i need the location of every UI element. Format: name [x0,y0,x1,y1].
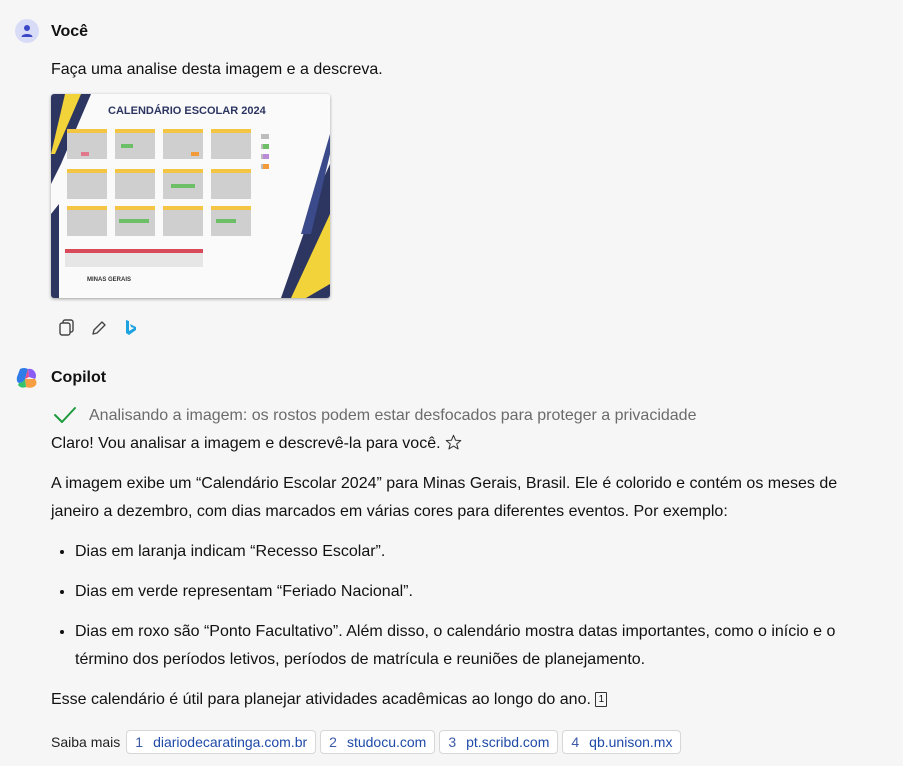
star-icon [445,434,462,450]
user-message: Faça uma analise desta imagem e a descre… [51,61,383,78]
source-label: qb.unison.mx [589,734,673,750]
copilot-paragraph: A imagem exibe um “Calendário Escolar 20… [51,475,838,520]
copilot-closing: Esse calendário é útil para planejar ati… [51,686,608,714]
thumbnail-title: CALENDÁRIO ESCOLAR 2024 [108,104,267,117]
thumbnail-logo: MINAS GERAIS [87,277,131,283]
source-chip-2[interactable]: 2 studocu.com [320,730,436,754]
copilot-intro: Claro! Vou analisar a imagem e descrevê-… [51,430,462,458]
bing-icon[interactable] [121,318,141,338]
bullet-list: Dias em laranja indicam “Recesso Escolar… [51,538,851,686]
sources-bar: Saiba mais 1 diariodecaratinga.com.br 2 … [51,730,685,754]
analysis-status: Analisando a imagem: os rostos podem est… [89,407,697,424]
source-number: 4 [571,734,580,750]
list-item: Dias em roxo são “Ponto Facultativo”. Al… [75,618,851,674]
copilot-name: Copilot [51,369,107,386]
source-number: 1 [135,734,144,750]
list-item: Dias em verde representam “Feriado Nacio… [75,578,851,606]
intro-text: Claro! Vou analisar a imagem e descrevê-… [51,435,441,452]
calendar-thumbnail: CALENDÁRIO ESCOLAR 2024 MINAS GERAIS [51,94,330,298]
list-item: Dias em laranja indicam “Recesso Escolar… [75,538,851,566]
learn-more-label: Saiba mais [51,734,121,750]
source-number: 2 [329,734,337,750]
checkmark-icon [53,405,77,430]
attached-image[interactable]: CALENDÁRIO ESCOLAR 2024 MINAS GERAIS [51,94,330,298]
person-icon [21,25,33,37]
closing-text: Esse calendário é útil para planejar ati… [51,691,591,708]
source-number: 3 [448,734,457,750]
source-chip-3[interactable]: 3 pt.scribd.com [439,730,559,754]
user-avatar [15,19,39,43]
source-label: pt.scribd.com [466,734,550,750]
user-name: Você [51,23,89,40]
footnote-badge[interactable]: 1 [595,692,608,708]
copy-icon[interactable] [57,318,77,338]
source-chip-4[interactable]: 4 qb.unison.mx [562,730,682,754]
source-label: diariodecaratinga.com.br [153,734,308,750]
source-label: studocu.com [346,734,427,750]
copilot-logo-icon [14,365,40,391]
pencil-icon[interactable] [89,318,109,338]
source-chip-1[interactable]: 1 diariodecaratinga.com.br [126,730,317,754]
